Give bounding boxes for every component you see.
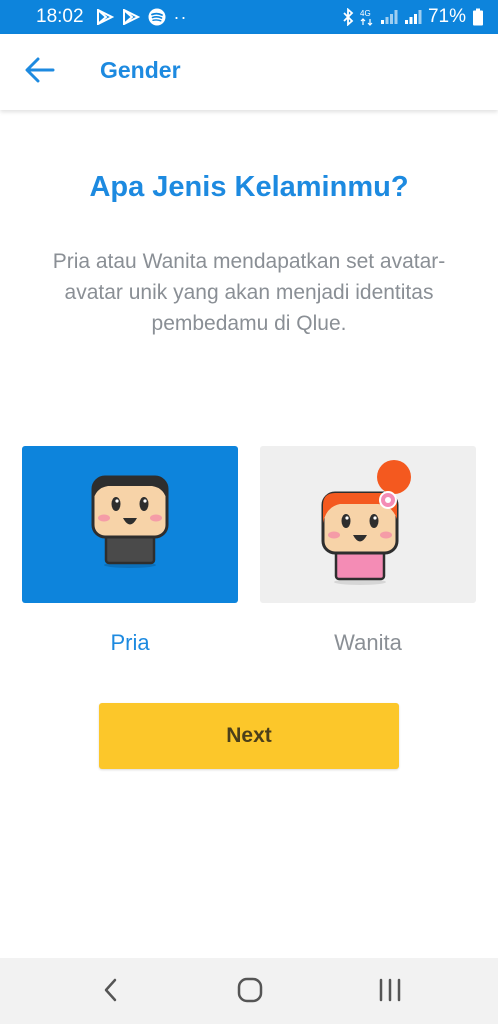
description-text: Pria atau Wanita mendapatkan set avatar-… <box>52 250 446 335</box>
nav-recent-button[interactable] <box>368 970 412 1014</box>
battery-percentage: 71% <box>427 6 466 27</box>
app-bar: Gender <box>0 34 498 110</box>
bluetooth-icon <box>342 8 354 26</box>
more-dots-icon: ·· <box>173 6 188 27</box>
nav-back-button[interactable] <box>89 970 133 1014</box>
page-title: Gender <box>100 57 181 83</box>
male-avatar-icon <box>90 474 170 575</box>
nav-home-button[interactable] <box>228 970 272 1014</box>
female-avatar-icon <box>318 457 418 592</box>
status-right: 4G 71% <box>342 6 484 28</box>
play-store-icon <box>96 9 114 25</box>
status-time: 18:02 <box>36 6 84 27</box>
nav-back-icon <box>101 978 121 1007</box>
svg-text:4G: 4G <box>360 9 371 18</box>
arrow-left-icon <box>25 57 55 88</box>
gender-option-wanita[interactable] <box>260 446 476 603</box>
navigation-bar <box>0 958 498 1024</box>
signal-icon <box>380 9 398 25</box>
nav-recent-icon <box>377 978 403 1007</box>
next-button[interactable]: Next <box>99 703 399 769</box>
gender-label-wanita[interactable]: Wanita <box>260 630 476 656</box>
gender-option-pria[interactable] <box>22 446 238 603</box>
signal-icon <box>404 9 422 25</box>
nav-home-icon <box>237 977 263 1008</box>
gender-label-pria[interactable]: Pria <box>22 630 238 656</box>
main-heading: Apa Jenis Kelaminmu? <box>89 171 409 203</box>
spotify-icon <box>148 8 166 26</box>
play-store-icon <box>122 9 140 25</box>
back-button[interactable] <box>22 54 58 90</box>
status-bar: 18:02 ·· 4G 71% <box>0 0 498 34</box>
status-left: 18:02 ·· <box>36 6 188 28</box>
battery-icon <box>472 8 484 26</box>
4g-icon: 4G <box>360 8 374 26</box>
